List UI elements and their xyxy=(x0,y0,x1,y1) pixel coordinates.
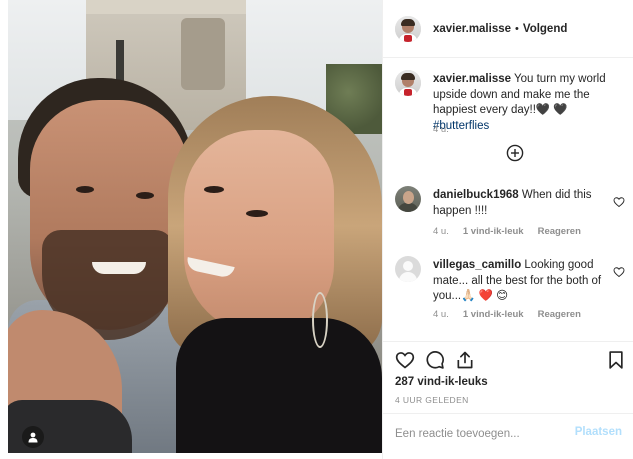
caption-username-link[interactable]: xavier.malisse xyxy=(433,73,511,85)
avatar[interactable] xyxy=(395,256,421,282)
woman-eye-left xyxy=(204,186,224,193)
avatar[interactable] xyxy=(395,15,421,42)
user-icon xyxy=(28,432,38,443)
post-comment-button[interactable]: Plaatsen xyxy=(575,426,622,438)
man-eye-left xyxy=(76,186,94,193)
separator-dot: • xyxy=(515,22,519,35)
man-eye-right xyxy=(136,192,154,199)
woman-sweater xyxy=(176,318,382,453)
woman-eye-right xyxy=(246,210,268,217)
caption-meta: 4 u. xyxy=(433,124,449,135)
comment-item: villegas_camillo Looking good mate... al… xyxy=(395,256,625,326)
comment-icon[interactable] xyxy=(425,350,445,370)
reply-button[interactable]: Reageren xyxy=(538,226,581,237)
comment-age[interactable]: 4 u. xyxy=(433,226,449,237)
likes-count[interactable]: 287 vind-ik-leuks xyxy=(395,376,488,388)
post-actions: 287 vind-ik-leuks 4 UUR GELEDEN xyxy=(383,341,633,413)
author-username-link[interactable]: xavier.malisse xyxy=(433,23,511,35)
heart-icon[interactable] xyxy=(613,266,625,278)
heart-icon[interactable] xyxy=(395,350,415,370)
reply-button[interactable]: Reageren xyxy=(538,309,581,320)
plus-circle-icon[interactable] xyxy=(506,144,524,162)
caption-age[interactable]: 4 u. xyxy=(433,124,449,135)
avatar[interactable] xyxy=(395,186,421,212)
instagram-post: xavier.malisse • Volgend xavier.malisse … xyxy=(0,0,633,459)
comment-item: danielbuck1968 When did this happen !!!!… xyxy=(395,186,625,240)
comment-text: villegas_camillo Looking good mate... al… xyxy=(433,258,613,305)
share-icon[interactable] xyxy=(455,350,475,370)
comment-likes[interactable]: 1 vind-ik-leuk xyxy=(463,226,524,237)
man-smile xyxy=(92,262,146,274)
comment-age[interactable]: 4 u. xyxy=(433,309,449,320)
woman-face xyxy=(184,130,334,335)
add-comment-bar: Plaatsen xyxy=(383,413,633,453)
post-sidebar: xavier.malisse • Volgend xavier.malisse … xyxy=(382,0,633,459)
comment-meta: 4 u. 1 vind-ik-leuk Reageren xyxy=(433,226,581,237)
comment-meta: 4 u. 1 vind-ik-leuk Reageren xyxy=(433,309,581,320)
comment-input[interactable] xyxy=(395,424,565,444)
comment-username-link[interactable]: villegas_camillo xyxy=(433,259,521,271)
earring xyxy=(312,292,328,348)
post-timestamp[interactable]: 4 UUR GELEDEN xyxy=(395,395,469,405)
heart-icon[interactable] xyxy=(613,196,625,208)
post-photo[interactable] xyxy=(8,0,382,453)
following-button[interactable]: Volgend xyxy=(523,23,568,35)
post-header: xavier.malisse • Volgend xyxy=(383,0,633,58)
tagged-users-button[interactable] xyxy=(22,426,44,448)
comment-username-link[interactable]: danielbuck1968 xyxy=(433,189,519,201)
caption: xavier.malisse You turn my world upside … xyxy=(395,70,625,140)
avatar[interactable] xyxy=(395,70,421,96)
comment-text: danielbuck1968 When did this happen !!!! xyxy=(433,188,613,219)
bookmark-icon[interactable] xyxy=(606,350,626,370)
comments-list[interactable]: xavier.malisse You turn my world upside … xyxy=(383,58,633,341)
comment-likes[interactable]: 1 vind-ik-leuk xyxy=(463,309,524,320)
caption-text: xavier.malisse You turn my world upside … xyxy=(433,72,613,134)
